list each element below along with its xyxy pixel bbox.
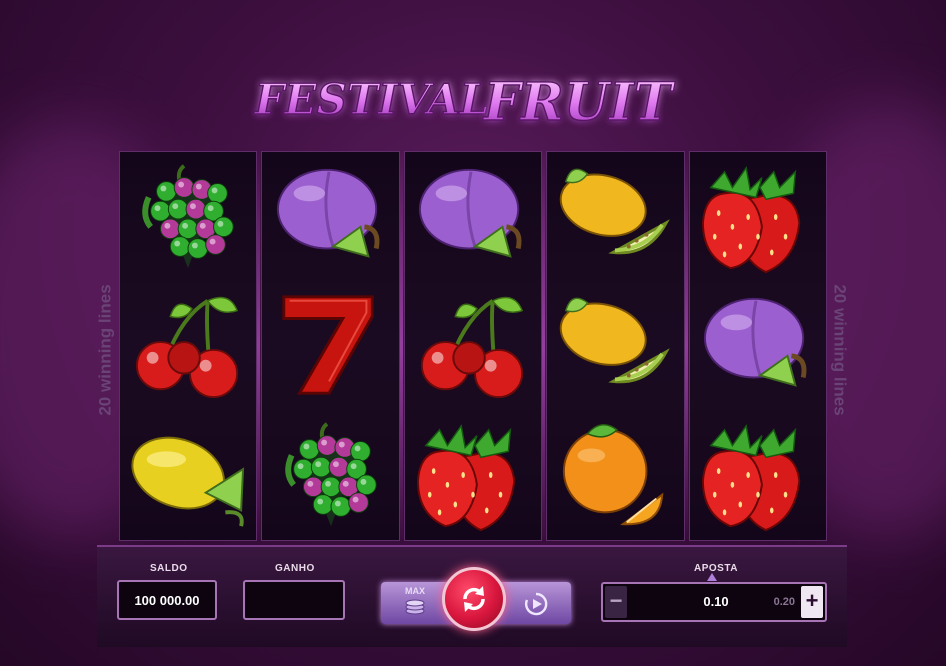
refresh-icon <box>463 586 485 612</box>
grapes-symbol <box>124 157 252 277</box>
bet-selector: − 0.10 0.20 + <box>601 582 827 622</box>
winning-lines-label-left: 20 winning lines <box>96 284 115 416</box>
reel-1 <box>119 151 261 541</box>
cherries-symbol <box>124 286 252 406</box>
plum-symbol <box>267 157 395 277</box>
ganho-value <box>243 580 345 620</box>
strawberry-symbol <box>694 415 822 535</box>
reel-5 <box>688 151 828 541</box>
bet-value: 0.10 <box>703 594 729 609</box>
strawberry-symbol <box>409 415 537 535</box>
cherries-symbol <box>409 286 537 406</box>
coin-stack-icon <box>405 599 425 615</box>
max-label: MAX <box>405 586 425 596</box>
control-panel: SALDO 100 000.00 GANHO MAX APOSTA − 0.10… <box>97 545 847 647</box>
game-logo: FESTIVAL FRUIT <box>250 52 696 152</box>
reel-3 <box>403 151 546 541</box>
reel-2 <box>261 151 404 541</box>
plum-symbol <box>409 157 537 277</box>
grapes-symbol <box>267 415 395 535</box>
plum-symbol <box>694 286 822 406</box>
melon-symbol <box>551 286 679 406</box>
increase-bet-button[interactable]: + <box>801 586 823 618</box>
autoplay-button[interactable] <box>521 589 551 619</box>
logo-word-1: FESTIVAL <box>254 75 490 124</box>
reel-4 <box>546 151 689 541</box>
ganho-label: GANHO <box>275 563 315 574</box>
lemon-symbol <box>124 415 252 535</box>
saldo-label: SALDO <box>150 563 188 574</box>
orange-symbol <box>551 415 679 535</box>
bet-next-value: 0.20 <box>773 596 795 608</box>
saldo-value: 100 000.00 <box>117 580 217 620</box>
strawberry-symbol <box>694 157 822 277</box>
max-bet-button[interactable]: MAX <box>399 586 431 620</box>
play-circle-icon <box>525 592 548 616</box>
winning-lines-label-right: 20 winning lines <box>831 284 850 416</box>
aposta-marker <box>707 573 717 581</box>
seven-symbol <box>267 286 395 406</box>
spin-button[interactable] <box>442 567 506 631</box>
aposta-label: APOSTA <box>694 563 738 574</box>
reels-area <box>119 151 828 541</box>
logo-word-2: FRUIT <box>482 72 676 133</box>
melon-symbol <box>551 157 679 277</box>
